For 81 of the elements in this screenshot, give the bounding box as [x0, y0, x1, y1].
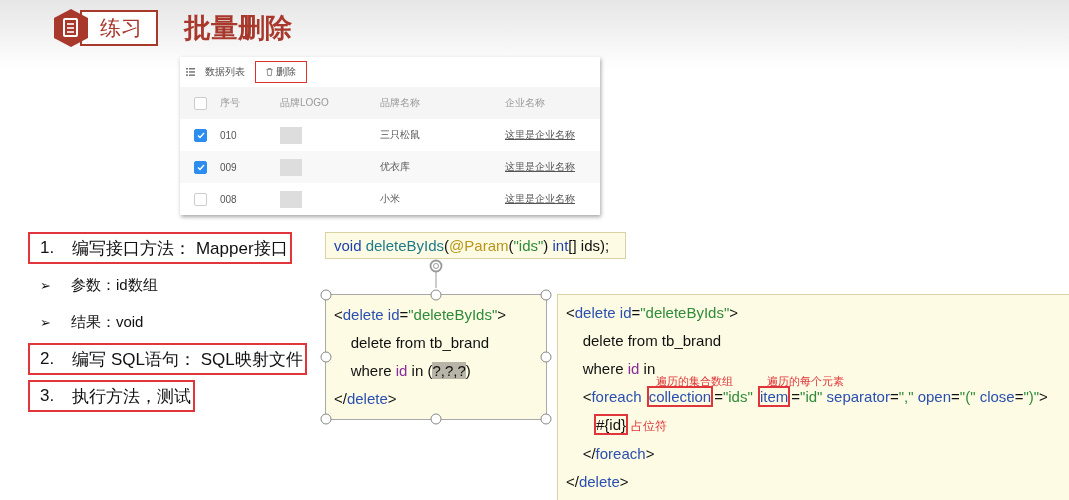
- code-line: delete from tb_brand: [581, 331, 722, 351]
- annotation-label: 占位符: [631, 419, 668, 433]
- resize-handle[interactable]: [320, 413, 332, 425]
- code-text: <: [581, 388, 592, 405]
- resize-handle[interactable]: [320, 351, 332, 363]
- trash-icon: [266, 68, 273, 76]
- annotation-label: 遍历的每个元素: [766, 375, 844, 388]
- code-text: >: [1039, 388, 1048, 405]
- code-text: in (: [410, 362, 433, 379]
- code-text: =: [714, 388, 723, 405]
- resize-handle[interactable]: [320, 289, 332, 301]
- code-text: ")": [1023, 388, 1040, 405]
- bullet-marker: ➢: [40, 277, 51, 293]
- image-placeholder: [280, 190, 302, 208]
- table-cell: 010: [220, 129, 237, 141]
- table-cell: 三只松鼠: [380, 128, 420, 142]
- slide-title: 批量删除: [184, 11, 292, 45]
- column-header: 品牌LOGO: [280, 96, 329, 110]
- code-text: ",": [898, 388, 915, 405]
- boxed-code: collection: [648, 388, 712, 405]
- checkbox[interactable]: [194, 96, 207, 110]
- code-text: =: [889, 388, 899, 405]
- table-cell: 这里是企业名称: [505, 192, 575, 206]
- code-text: =: [1014, 388, 1024, 405]
- column-header: 序号: [220, 96, 240, 110]
- table-cell: 优衣库: [380, 160, 410, 174]
- code-line: </delete>: [566, 472, 629, 492]
- table-cell: 008: [220, 193, 237, 205]
- boxed-code: item: [759, 388, 789, 405]
- bullet-marker: ➢: [40, 314, 51, 330]
- image-placeholder: [280, 158, 302, 176]
- rotate-handle-icon[interactable]: [428, 259, 444, 288]
- code-text: open: [917, 388, 952, 405]
- code-line: </foreach>: [581, 444, 655, 464]
- step-number: 1.: [40, 238, 55, 258]
- code-text: "(": [959, 388, 977, 405]
- bullet-text: 参数：id数组: [70, 275, 158, 295]
- code-line: delete from tb_brand: [349, 333, 490, 353]
- step-text: 编写 SQL语句： SQL映射文件: [72, 348, 303, 371]
- code-text: =: [791, 388, 801, 405]
- step-text: 执行方法，测试: [72, 385, 192, 408]
- resize-handle[interactable]: [430, 289, 442, 301]
- code-text: separator: [826, 388, 890, 405]
- resize-handle[interactable]: [540, 289, 552, 301]
- code-line: </delete>: [334, 389, 397, 409]
- step-text: 编写接口方法： Mapper接口: [72, 237, 288, 260]
- code-text: ): [465, 362, 471, 379]
- code-line: <delete id="deleteByIds">: [566, 303, 739, 323]
- image-placeholder: [280, 126, 302, 144]
- document-icon: [52, 7, 90, 48]
- annotation-label: 遍历的集合数组: [655, 375, 733, 388]
- checkbox[interactable]: [194, 160, 207, 174]
- table-cell: 这里是企业名称: [505, 128, 575, 142]
- column-header: 品牌名称: [380, 96, 420, 110]
- code-text: "ids": [722, 388, 754, 405]
- boxed-code: #{id}: [596, 416, 627, 433]
- delete-button[interactable]: 删除: [255, 61, 307, 83]
- code-text: "id": [800, 388, 824, 405]
- step-number: 2.: [40, 349, 55, 369]
- resize-handle[interactable]: [430, 413, 442, 425]
- checkbox[interactable]: [194, 128, 207, 142]
- code-text: foreach: [591, 388, 643, 405]
- resize-handle[interactable]: [540, 413, 552, 425]
- step-number: 3.: [40, 386, 55, 406]
- highlighted-code: ?,?,?: [432, 362, 466, 379]
- table-cell: 这里是企业名称: [505, 160, 575, 174]
- checkbox[interactable]: [194, 192, 207, 206]
- code-text: id: [395, 362, 408, 379]
- resize-handle[interactable]: [540, 351, 552, 363]
- code-text: =: [951, 388, 960, 405]
- table-cell: 小米: [380, 192, 400, 206]
- list-icon: [186, 68, 195, 76]
- code-line: where id in: [581, 359, 656, 379]
- method-signature: void deleteByIds(@Param("ids") int[] ids);: [325, 232, 627, 259]
- list-title: 数据列表: [205, 65, 245, 79]
- code-text: where: [349, 362, 393, 379]
- code-line: <delete id="deleteByIds">: [334, 305, 507, 325]
- column-header: 企业名称: [505, 96, 545, 110]
- table-cell: 009: [220, 161, 237, 173]
- code-text: close: [979, 388, 1015, 405]
- bullet-text: 结果：void: [70, 312, 144, 332]
